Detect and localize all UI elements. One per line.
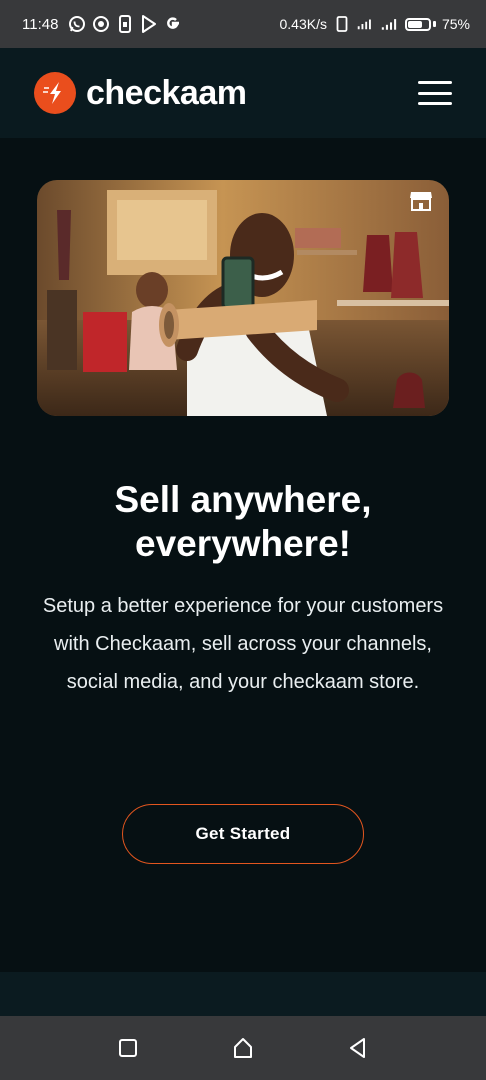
status-right: 0.43K/s 75% (279, 15, 470, 33)
signal-icon (381, 15, 399, 33)
app-header: checkaam (0, 48, 486, 138)
store-icon (409, 190, 433, 212)
whatsapp-icon (68, 15, 86, 33)
net-speed: 0.43K/s (279, 16, 327, 32)
hero-description: Setup a better experience for your custo… (42, 595, 444, 693)
recents-square-icon[interactable] (108, 1028, 148, 1068)
lightning-logo-icon[interactable] (34, 72, 76, 114)
google-icon (164, 15, 182, 33)
play-store-icon (140, 15, 158, 33)
home-icon[interactable] (223, 1028, 263, 1068)
status-bar: 11:48 0.43K/s 75% (0, 0, 486, 48)
page-title: Sell anywhere, everywhere! (0, 478, 486, 566)
sim-icon (116, 15, 134, 33)
signal-icon (357, 15, 375, 33)
battery-percent: 75% (441, 16, 470, 32)
battery-icon (404, 17, 436, 31)
record-icon (92, 15, 110, 33)
back-triangle-icon[interactable] (338, 1028, 378, 1068)
headline-line1: Sell anywhere, (114, 479, 372, 520)
status-left: 11:48 (22, 15, 182, 33)
hero-image (37, 180, 449, 416)
status-time: 11:48 (22, 15, 59, 33)
hamburger-menu-icon[interactable] (418, 81, 452, 105)
system-nav-bar (0, 1016, 486, 1080)
headline-line2: everywhere! (135, 523, 351, 564)
brand-name[interactable]: checkaam (86, 74, 247, 113)
footer-strip (0, 972, 486, 1016)
get-started-button[interactable]: Get Started (122, 804, 364, 864)
phone-icon (333, 15, 351, 33)
